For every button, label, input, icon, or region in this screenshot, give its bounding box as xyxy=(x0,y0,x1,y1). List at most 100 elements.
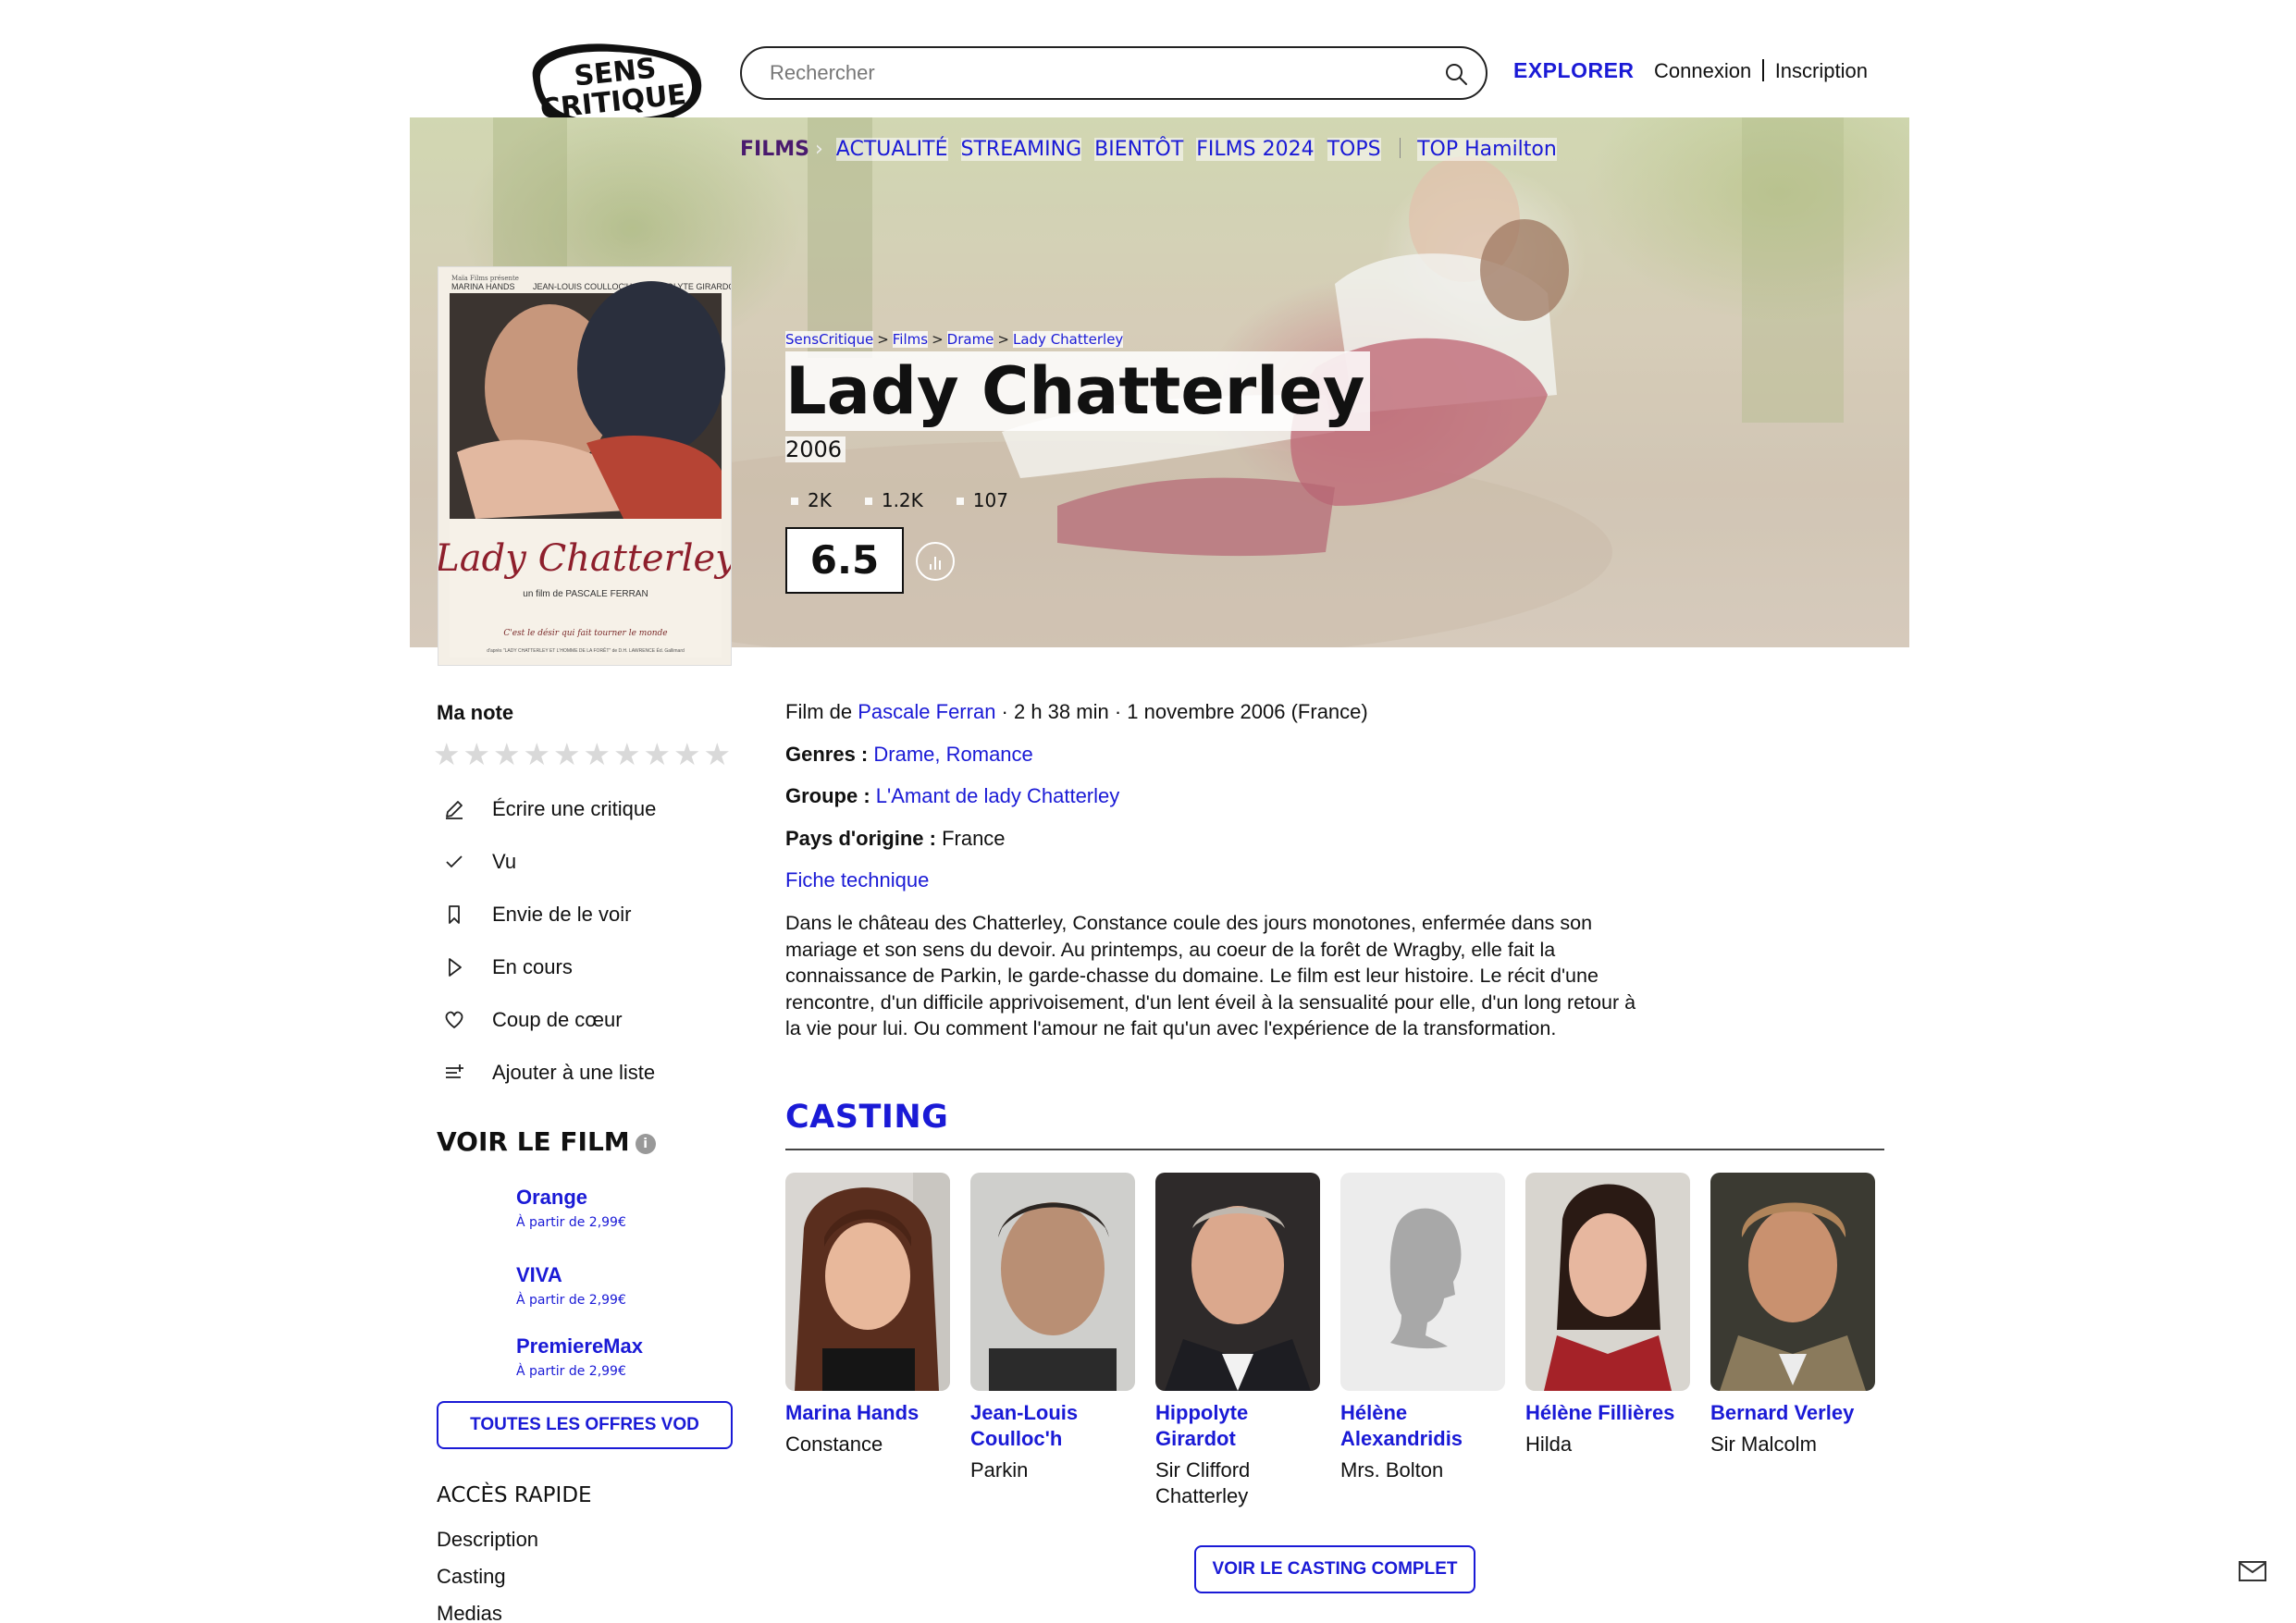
breadcrumb-films[interactable]: Films xyxy=(892,331,929,348)
wishes-icon xyxy=(864,498,872,505)
nav-films-2024[interactable]: FILMS 2024 xyxy=(1196,138,1315,161)
actor-card[interactable]: Marina Hands Constance xyxy=(785,1173,950,1457)
star-icon[interactable]: ★ xyxy=(553,736,583,772)
actor-role: Sir Clifford Chatterley xyxy=(1155,1458,1251,1507)
star-icon[interactable]: ★ xyxy=(433,736,463,772)
watch-title: VOIR LE FILM xyxy=(437,1126,630,1157)
seen-label: Vu xyxy=(492,850,517,873)
average-score: 6.5 xyxy=(785,527,904,594)
play-icon xyxy=(449,958,462,977)
all-vod-offers-button[interactable]: TOUTES LES OFFRES VOD xyxy=(437,1401,733,1449)
vod-offer-price: À partir de 2,99€ xyxy=(516,1215,626,1230)
category-nav: FILMS › ACTUALITÉ STREAMING BIENTÔT FILMS 202… xyxy=(740,138,1570,161)
breadcrumb-separator: > xyxy=(932,331,944,348)
film-by-prefix: Film de xyxy=(785,700,853,723)
full-casting-button[interactable]: VOIR LE CASTING COMPLET xyxy=(1194,1545,1475,1593)
movie-poster[interactable]: Maïa Films présente MARINA HANDS JEAN-LO… xyxy=(438,266,732,666)
vod-offer-orange[interactable]: Orange À partir de 2,99€ xyxy=(516,1186,626,1230)
bookmark-icon xyxy=(449,905,460,924)
nav-actualite[interactable]: ACTUALITÉ xyxy=(835,138,948,161)
signup-link[interactable]: Inscription xyxy=(1775,59,1868,82)
search-input[interactable] xyxy=(770,57,1417,89)
film-stats: 2K 1.2K 107 xyxy=(791,489,1042,511)
actor-card[interactable]: Jean-Louis Coulloc'h Parkin xyxy=(970,1173,1135,1483)
star-icon[interactable]: ★ xyxy=(644,736,673,772)
stat-reviews: 107 xyxy=(956,489,1008,511)
casting-divider xyxy=(785,1149,1884,1150)
mail-icon[interactable] xyxy=(2239,1561,2266,1581)
nav-streaming[interactable]: STREAMING xyxy=(960,138,1082,161)
poster-director: un film de PASCALE FERRAN xyxy=(523,589,648,599)
actor-photo[interactable] xyxy=(1525,1173,1690,1391)
vod-offer-premieremax[interactable]: PremiereMax À partir de 2,99€ xyxy=(516,1334,643,1379)
genres-label: Genres : xyxy=(785,743,869,766)
group-link[interactable]: L'Amant de lady Chatterley xyxy=(876,784,1119,807)
nav-films[interactable]: FILMS xyxy=(740,138,809,161)
star-icon[interactable]: ★ xyxy=(584,736,613,772)
synopsis: Dans le château des Chatterley, Constanc… xyxy=(785,912,1636,1039)
auth-links: Connexion Inscription xyxy=(1654,59,1868,83)
actor-name[interactable]: Jean-Louis Coulloc'h xyxy=(970,1400,1135,1452)
actor-name[interactable]: Hélène Alexandridis xyxy=(1340,1400,1505,1452)
login-link[interactable]: Connexion xyxy=(1654,59,1751,82)
genres-line: Genres : Drame, Romance xyxy=(785,743,1033,767)
star-icon[interactable]: ★ xyxy=(493,736,523,772)
vod-offer-name[interactable]: PremiereMax xyxy=(516,1334,643,1359)
actor-card[interactable]: Hippolyte Girardot Sir Clifford Chatterl… xyxy=(1155,1173,1320,1509)
explorer-link[interactable]: EXPLORER xyxy=(1513,58,1635,83)
quick-link-description[interactable]: Description xyxy=(437,1528,538,1552)
actor-name[interactable]: Marina Hands xyxy=(785,1400,950,1426)
breadcrumb-senscritique[interactable]: SensCritique xyxy=(785,331,874,348)
info-icon[interactable]: i xyxy=(635,1134,656,1154)
vod-offer-price: À partir de 2,99€ xyxy=(516,1293,626,1308)
breadcrumb-current[interactable]: Lady Chatterley xyxy=(1012,331,1124,348)
watch-section-title: VOIR LE FILM i xyxy=(437,1126,656,1157)
breadcrumb-drame[interactable]: Drame xyxy=(946,331,994,348)
actor-role: Mrs. Bolton xyxy=(1340,1458,1444,1482)
country-line: Pays d'origine : France xyxy=(785,827,1006,851)
nav-divider xyxy=(1399,138,1401,158)
group-label: Groupe : xyxy=(785,784,870,807)
breadcrumb-separator: > xyxy=(997,331,1009,348)
actor-photo[interactable] xyxy=(970,1173,1135,1391)
vod-offer-name[interactable]: Orange xyxy=(516,1186,626,1210)
my-rating-stars[interactable]: ★★★★★★★★★★ xyxy=(433,736,734,772)
actor-photo[interactable] xyxy=(785,1173,950,1391)
actor-role: Parkin xyxy=(970,1458,1029,1482)
write-review-label: Écrire une critique xyxy=(492,797,657,820)
director-link[interactable]: Pascale Ferran xyxy=(858,700,995,723)
actor-card[interactable]: Bernard Verley Sir Malcolm xyxy=(1710,1173,1875,1457)
star-icon[interactable]: ★ xyxy=(524,736,553,772)
poster-studio: Maïa Films présente xyxy=(451,275,519,282)
rating-distribution-button[interactable] xyxy=(916,542,955,581)
genres-links[interactable]: Drame, Romance xyxy=(873,743,1032,766)
vod-offer-name[interactable]: VIVA xyxy=(516,1263,626,1287)
search-icon[interactable] xyxy=(1443,61,1469,87)
list-add-icon xyxy=(446,1064,463,1078)
actor-card[interactable]: Hélène Fillières Hilda xyxy=(1525,1173,1690,1457)
stat-wishes: 1.2K xyxy=(864,489,923,511)
page-title: Lady Chatterley xyxy=(785,351,1371,431)
nav-tops[interactable]: TOPS xyxy=(1327,138,1381,161)
nav-top-hamilton[interactable]: TOP Hamilton xyxy=(1417,138,1557,161)
quick-link-medias[interactable]: Medias xyxy=(437,1602,502,1623)
star-icon[interactable]: ★ xyxy=(463,736,493,772)
pencil-icon xyxy=(446,801,463,819)
star-icon[interactable]: ★ xyxy=(613,736,643,772)
actor-name[interactable]: Hippolyte Girardot xyxy=(1155,1400,1320,1452)
actor-photo[interactable] xyxy=(1155,1173,1320,1391)
star-icon[interactable]: ★ xyxy=(673,736,703,772)
nav-bientot[interactable]: BIENTÔT xyxy=(1094,138,1184,161)
actor-card[interactable]: Hélène Alexandridis Mrs. Bolton xyxy=(1340,1173,1505,1483)
vod-offer-viva[interactable]: VIVA À partir de 2,99€ xyxy=(516,1263,626,1308)
actor-photo[interactable] xyxy=(1710,1173,1875,1391)
chevron-right-icon: › xyxy=(814,138,823,161)
tech-sheet-link[interactable]: Fiche technique xyxy=(785,868,929,891)
group-line: Groupe : L'Amant de lady Chatterley xyxy=(785,784,1119,808)
star-icon[interactable]: ★ xyxy=(704,736,734,772)
search-bar[interactable] xyxy=(740,46,1487,100)
quick-link-casting[interactable]: Casting xyxy=(437,1565,506,1589)
actor-name[interactable]: Bernard Verley xyxy=(1710,1400,1875,1426)
actor-photo-placeholder[interactable] xyxy=(1340,1173,1505,1391)
actor-name[interactable]: Hélène Fillières xyxy=(1525,1400,1690,1426)
